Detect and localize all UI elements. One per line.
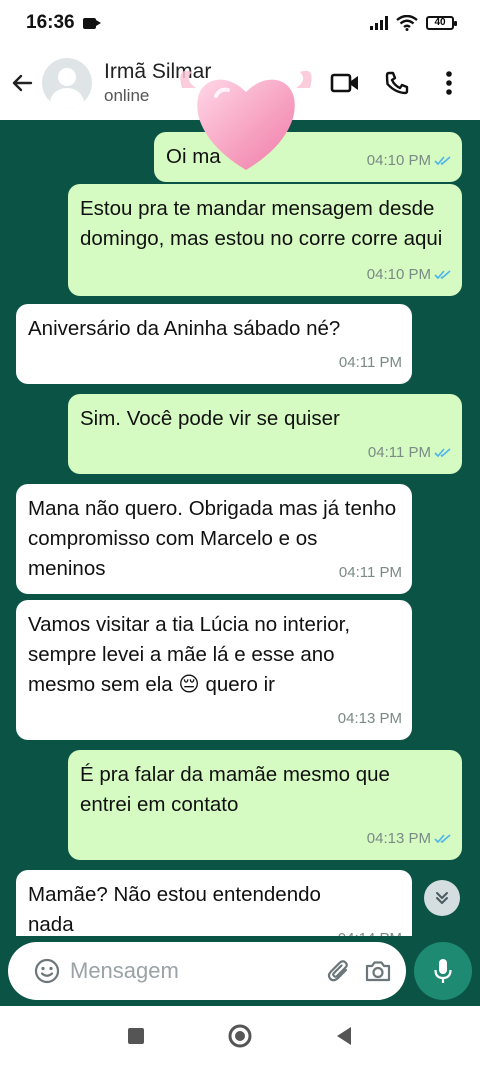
phone-icon xyxy=(385,71,409,95)
status-icons: 40 xyxy=(370,15,457,31)
back-button[interactable] xyxy=(0,61,44,105)
message-text: Vamos visitar a tia Lúcia no interior, s… xyxy=(28,613,351,696)
header-actions xyxy=(328,66,480,100)
composer-bar: Mensagem xyxy=(0,936,480,1006)
message-meta: 04:11 PM xyxy=(368,438,452,468)
message-meta: 04:13 PM xyxy=(338,704,402,734)
message-time: 04:10 PM xyxy=(366,266,431,283)
avatar[interactable] xyxy=(42,58,92,108)
back-arrow-icon xyxy=(12,74,33,92)
contact-name: Irmã Silmar xyxy=(104,60,212,83)
message-meta: 04:14 PM xyxy=(338,924,402,936)
message-text: Estou pra te mandar mensagem desde domin… xyxy=(80,197,443,250)
message-bubble[interactable]: Mamãe? Não estou entendendo nada 04:14 P… xyxy=(16,870,412,936)
message-time: 04:11 PM xyxy=(367,444,431,461)
mic-icon xyxy=(434,959,452,983)
read-ticks-icon xyxy=(434,448,451,458)
voice-call-button[interactable] xyxy=(380,66,414,100)
emoji-button[interactable] xyxy=(34,958,60,984)
video-call-button[interactable] xyxy=(328,66,362,100)
message-input[interactable]: Mensagem xyxy=(8,942,406,1000)
wifi-icon xyxy=(396,15,418,31)
message-time: 04:10 PM xyxy=(366,152,431,169)
home-icon[interactable] xyxy=(227,1023,253,1049)
message-bubble[interactable]: Mana não quero. Obrigada mas já tenho co… xyxy=(16,484,412,594)
emoji-icon xyxy=(34,958,60,984)
message-text: Mamãe? Não estou entendendo nada xyxy=(28,883,321,936)
message-meta: 04:10 PM xyxy=(367,260,452,290)
status-time: 16:36 xyxy=(26,12,75,33)
more-options-button[interactable] xyxy=(432,66,466,100)
attach-button[interactable] xyxy=(326,958,352,984)
message-time: 04:13 PM xyxy=(337,710,402,727)
battery-icon: 40 xyxy=(426,16,457,30)
message-placeholder: Mensagem xyxy=(70,958,179,983)
message-bubble[interactable]: Aniversário da Aninha sábado né? 04:11 P… xyxy=(16,304,412,384)
read-ticks-icon xyxy=(434,270,451,280)
message-meta: 04:13 PM xyxy=(367,824,452,854)
message-text: Sim. Você pode vir se quiser xyxy=(80,407,340,430)
back-icon[interactable] xyxy=(335,1026,353,1046)
message-text: Oi ma xyxy=(166,145,221,168)
scroll-down-button[interactable] xyxy=(424,880,460,916)
message-time: 04:13 PM xyxy=(366,830,431,847)
screen-record-icon xyxy=(82,17,101,29)
message-bubble[interactable]: Estou pra te mandar mensagem desde domin… xyxy=(68,184,462,296)
message-bubble[interactable]: Sim. Você pode vir se quiser 04:11 PM xyxy=(68,394,462,474)
message-bubble[interactable]: Oi ma 04:10 PM xyxy=(154,132,462,182)
message-time: 04:14 PM xyxy=(338,924,402,936)
status-bar: 16:36 40 xyxy=(0,0,480,46)
message-time: 04:11 PM xyxy=(338,564,402,581)
mic-button[interactable] xyxy=(414,942,472,1000)
message-text: É pra falar da mamãe mesmo que entrei em… xyxy=(80,763,390,816)
camera-icon xyxy=(365,961,391,982)
scroll-down-icon xyxy=(436,892,448,904)
contact-status: online xyxy=(104,86,150,105)
message-bubble[interactable]: Vamos visitar a tia Lúcia no interior, s… xyxy=(16,600,412,740)
video-call-icon xyxy=(330,73,358,93)
message-meta: 04:10 PM xyxy=(367,146,452,176)
chat-area[interactable]: Oi ma 04:10 PM Estou pra te mandar mensa… xyxy=(0,120,480,936)
system-nav-bar xyxy=(0,1006,480,1066)
message-meta: 04:11 PM xyxy=(339,348,402,378)
more-vert-icon xyxy=(446,71,452,95)
message-text: Aniversário da Aninha sábado né? xyxy=(28,317,341,340)
recents-icon[interactable] xyxy=(127,1027,145,1045)
chat-header: Irmã Silmar online xyxy=(0,46,480,120)
camera-button[interactable] xyxy=(364,958,392,984)
contact-info[interactable]: Irmã Silmar online xyxy=(104,60,211,106)
read-ticks-icon xyxy=(434,834,451,844)
message-time: 04:11 PM xyxy=(338,354,402,371)
attach-icon xyxy=(327,960,348,982)
message-meta: 04:11 PM xyxy=(339,558,402,588)
message-bubble[interactable]: É pra falar da mamãe mesmo que entrei em… xyxy=(68,750,462,860)
signal-icon xyxy=(370,16,388,30)
read-ticks-icon xyxy=(434,156,451,166)
